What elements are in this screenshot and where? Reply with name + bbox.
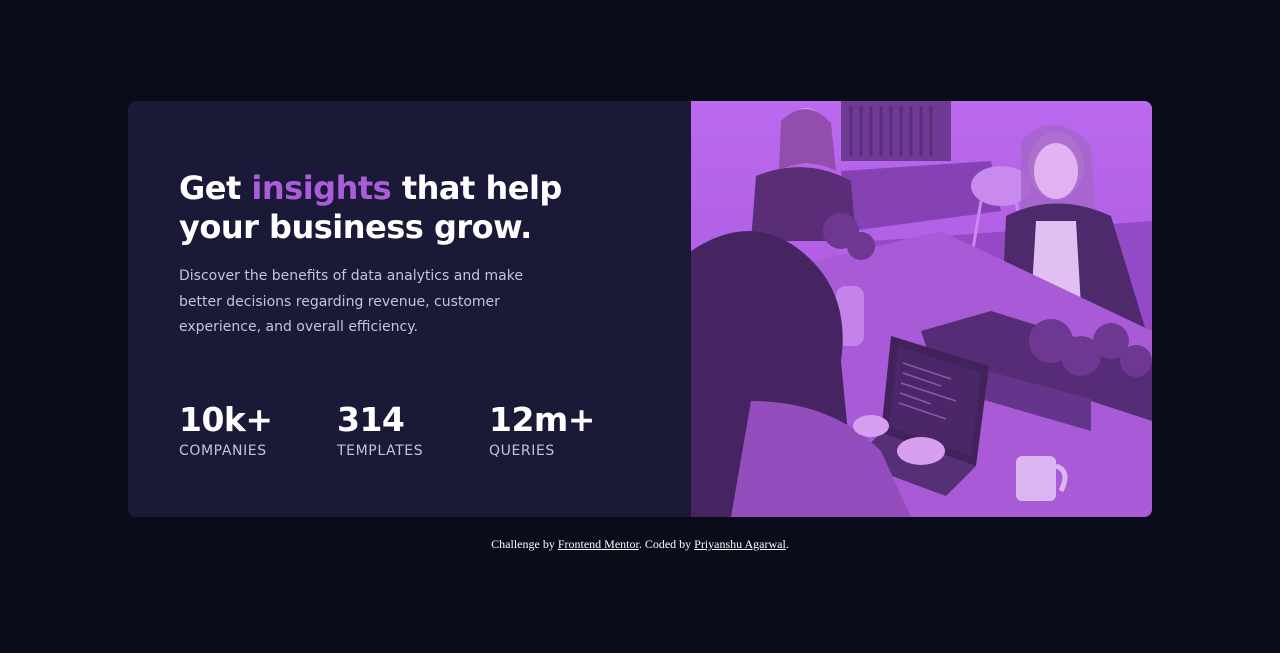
stat-companies: 10k+ Companies [179, 399, 337, 459]
stat-templates: 314 Templates [337, 399, 489, 459]
card-content: Get insights that help your business gro… [128, 101, 691, 517]
headline-accent: insights [251, 169, 392, 207]
header-image [691, 101, 1152, 517]
stat-label: Queries [489, 443, 555, 459]
stats-row: 10k+ Companies 314 Templates 12m+ Querie… [179, 399, 609, 459]
stat-value: 10k+ [179, 400, 273, 439]
stat-label: Templates [337, 443, 424, 459]
attribution-middle: . Coded by [638, 537, 692, 551]
headline: Get insights that help your business gro… [179, 169, 649, 247]
stat-value: 314 [337, 400, 405, 439]
stat-queries: 12m+ Queries [489, 399, 609, 459]
office-team-photo-icon [691, 101, 1152, 517]
author-link[interactable]: Priyanshu Agarwal [694, 537, 786, 551]
attribution: Challenge by Frontend Mentor. Coded by P… [0, 537, 1280, 552]
attribution-suffix: . [785, 537, 789, 551]
attribution-prefix: Challenge by [491, 537, 555, 551]
stat-label: Companies [179, 443, 267, 459]
stats-preview-card: Get insights that help your business gro… [128, 101, 1152, 517]
description: Discover the benefits of data analytics … [179, 268, 523, 335]
frontend-mentor-link[interactable]: Frontend Mentor [558, 537, 639, 551]
headline-before: Get [179, 169, 241, 207]
stat-value: 12m+ [489, 400, 595, 439]
